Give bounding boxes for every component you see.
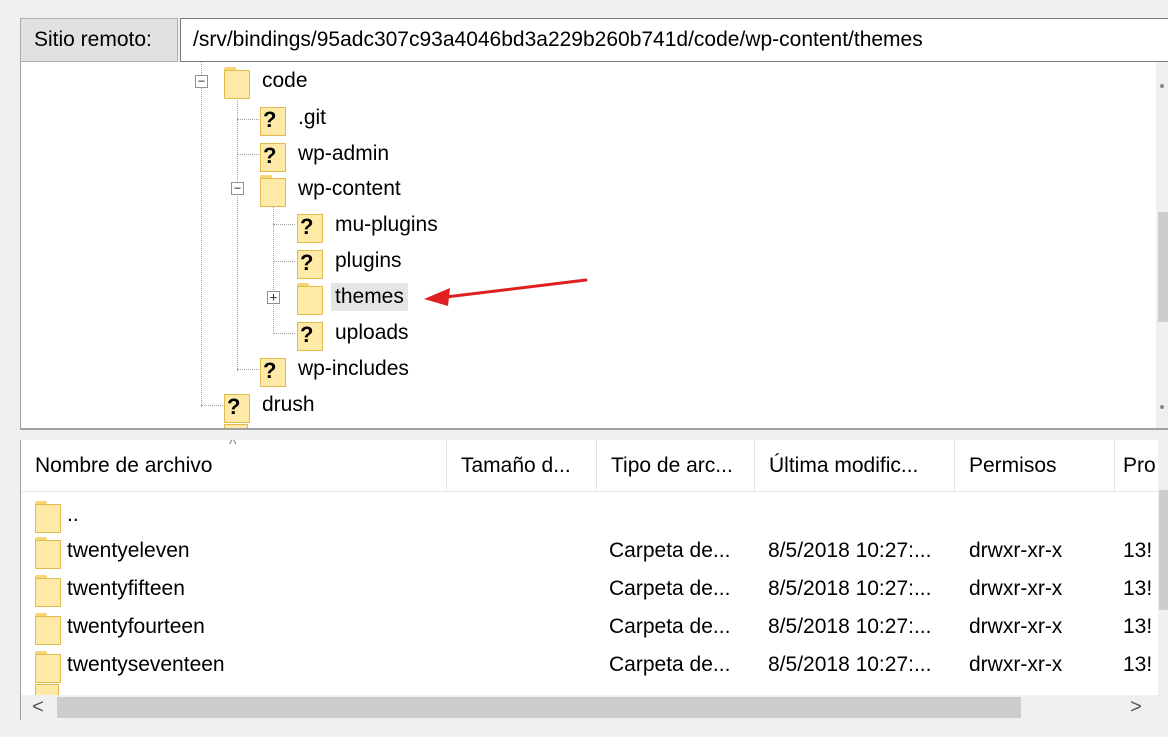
remote-path-input[interactable]: /srv/bindings/95adc307c93a4046bd3a229b26… xyxy=(180,18,1168,62)
annotation-arrow-icon xyxy=(424,278,588,306)
file-permissions: drwxr-xr-x xyxy=(969,653,1063,676)
tree-connector xyxy=(201,62,202,407)
tree-node-drush[interactable]: ? drush xyxy=(224,388,319,423)
file-permissions: drwxr-xr-x xyxy=(969,615,1063,638)
collapse-wp-content-toggle[interactable]: − xyxy=(231,182,244,195)
tree-connector xyxy=(237,369,259,370)
file-list-header: ^ Nombre de archivo Tamaño d... Tipo de … xyxy=(21,440,1168,492)
unknown-folder-icon: ? xyxy=(260,353,286,387)
tree-node-wp-content[interactable]: wp-content xyxy=(260,172,405,207)
tree-node-uploads[interactable]: ? uploads xyxy=(297,316,413,351)
scrollbar-thumb[interactable] xyxy=(1159,490,1168,610)
tree-node-wp-admin[interactable]: ? wp-admin xyxy=(260,137,393,172)
file-list-vertical-scrollbar[interactable] xyxy=(1158,440,1168,695)
tree-node-themes[interactable]: themes xyxy=(297,280,408,315)
file-type: Carpeta de... xyxy=(609,577,731,600)
column-filename[interactable]: Nombre de archivo xyxy=(21,440,447,492)
file-owner: 13! xyxy=(1123,577,1153,600)
file-owner: 13! xyxy=(1123,615,1153,638)
folder-icon xyxy=(260,173,286,207)
unknown-folder-icon: ? xyxy=(260,102,286,136)
column-size[interactable]: Tamaño d... xyxy=(447,440,597,492)
table-row[interactable]: twentyfourteen Carpeta de... 8/5/2018 10… xyxy=(21,608,1168,646)
collapse-code-toggle[interactable]: − xyxy=(195,75,208,88)
file-type: Carpeta de... xyxy=(609,615,731,638)
status-strip xyxy=(0,720,1168,737)
folder-icon xyxy=(35,611,61,645)
tree-node-label: themes xyxy=(331,283,408,311)
unknown-folder-icon: ? xyxy=(224,389,250,423)
table-row[interactable]: twentyfifteen Carpeta de... 8/5/2018 10:… xyxy=(21,570,1168,608)
file-name: twentyfourteen xyxy=(67,615,205,638)
file-list-horizontal-scrollbar[interactable]: < > xyxy=(21,695,1168,720)
folder-icon xyxy=(297,281,323,315)
tree-node-label: wp-content xyxy=(298,177,401,200)
table-row-partial xyxy=(35,684,59,695)
tree-vertical-scrollbar[interactable] xyxy=(1156,62,1168,428)
unknown-folder-icon: ? xyxy=(297,209,323,243)
file-type: Carpeta de... xyxy=(609,539,731,562)
tree-node-code[interactable]: code xyxy=(224,64,312,99)
file-owner: 13! xyxy=(1123,653,1153,676)
unknown-folder-icon: ? xyxy=(260,138,286,172)
scroll-left-button[interactable]: < xyxy=(23,695,53,720)
unknown-folder-icon: ? xyxy=(297,317,323,351)
file-permissions: drwxr-xr-x xyxy=(969,577,1063,600)
folder-icon xyxy=(35,499,61,533)
scrollbar-thumb[interactable] xyxy=(57,697,1021,718)
file-type: Carpeta de... xyxy=(609,653,731,676)
tree-connector xyxy=(273,224,295,225)
file-name: twentyeleven xyxy=(67,539,190,562)
folder-icon xyxy=(35,649,61,683)
tree-node-label: wp-includes xyxy=(298,357,409,380)
folder-icon xyxy=(35,535,61,569)
tree-node-label: code xyxy=(262,69,308,92)
tree-node-label: wp-admin xyxy=(298,142,390,165)
tree-node-label: mu-plugins xyxy=(335,213,438,236)
file-modified: 8/5/2018 10:27:... xyxy=(768,615,932,638)
tree-node-label: drush xyxy=(262,393,315,416)
tree-connector xyxy=(273,202,274,334)
tree-node-mu-plugins[interactable]: ? mu-plugins xyxy=(297,208,442,243)
file-name: twentyfifteen xyxy=(67,577,185,600)
file-owner: 13! xyxy=(1123,539,1153,562)
tree-connector xyxy=(273,261,295,262)
file-name: .. xyxy=(67,503,79,526)
remote-site-bar: Sitio remoto: /srv/bindings/95adc307c93a… xyxy=(20,18,1168,62)
tree-node-partial xyxy=(224,424,248,428)
file-modified: 8/5/2018 10:27:... xyxy=(768,577,932,600)
scroll-right-button[interactable]: > xyxy=(1121,695,1151,720)
table-row[interactable]: twentyseventeen Carpeta de... 8/5/2018 1… xyxy=(21,646,1168,684)
tree-connector xyxy=(201,405,223,406)
table-row[interactable]: twentyeleven Carpeta de... 8/5/2018 10:2… xyxy=(21,532,1168,570)
pane-splitter[interactable] xyxy=(20,432,1168,440)
file-modified: 8/5/2018 10:27:... xyxy=(768,653,932,676)
tree-node-wp-includes[interactable]: ? wp-includes xyxy=(260,352,413,387)
remote-directory-tree[interactable]: − − + code ? .git ? wp-admin wp-content … xyxy=(20,62,1168,430)
column-type[interactable]: Tipo de arc... xyxy=(597,440,755,492)
tree-node-label: uploads xyxy=(335,321,409,344)
file-permissions: drwxr-xr-x xyxy=(969,539,1063,562)
folder-icon xyxy=(224,65,250,99)
column-modified[interactable]: Última modific... xyxy=(755,440,955,492)
column-permissions[interactable]: Permisos xyxy=(955,440,1115,492)
tree-connector xyxy=(273,333,295,334)
remote-site-label: Sitio remoto: xyxy=(20,18,178,62)
scrollbar-thumb[interactable] xyxy=(1158,212,1168,322)
tree-node-label: .git xyxy=(298,106,327,129)
tree-connector xyxy=(237,154,259,155)
tree-node-plugins[interactable]: ? plugins xyxy=(297,244,406,279)
expand-themes-toggle[interactable]: + xyxy=(267,291,280,304)
file-modified: 8/5/2018 10:27:... xyxy=(768,539,932,562)
tree-node-label: plugins xyxy=(335,249,402,272)
tree-node-git[interactable]: ? .git xyxy=(260,101,330,136)
tree-connector xyxy=(237,119,259,120)
table-row[interactable]: .. xyxy=(21,496,1168,534)
folder-icon xyxy=(35,573,61,607)
file-name: twentyseventeen xyxy=(67,653,225,676)
unknown-folder-icon: ? xyxy=(297,245,323,279)
tree-connector xyxy=(237,96,238,371)
remote-file-list[interactable]: ^ Nombre de archivo Tamaño d... Tipo de … xyxy=(20,440,1168,720)
